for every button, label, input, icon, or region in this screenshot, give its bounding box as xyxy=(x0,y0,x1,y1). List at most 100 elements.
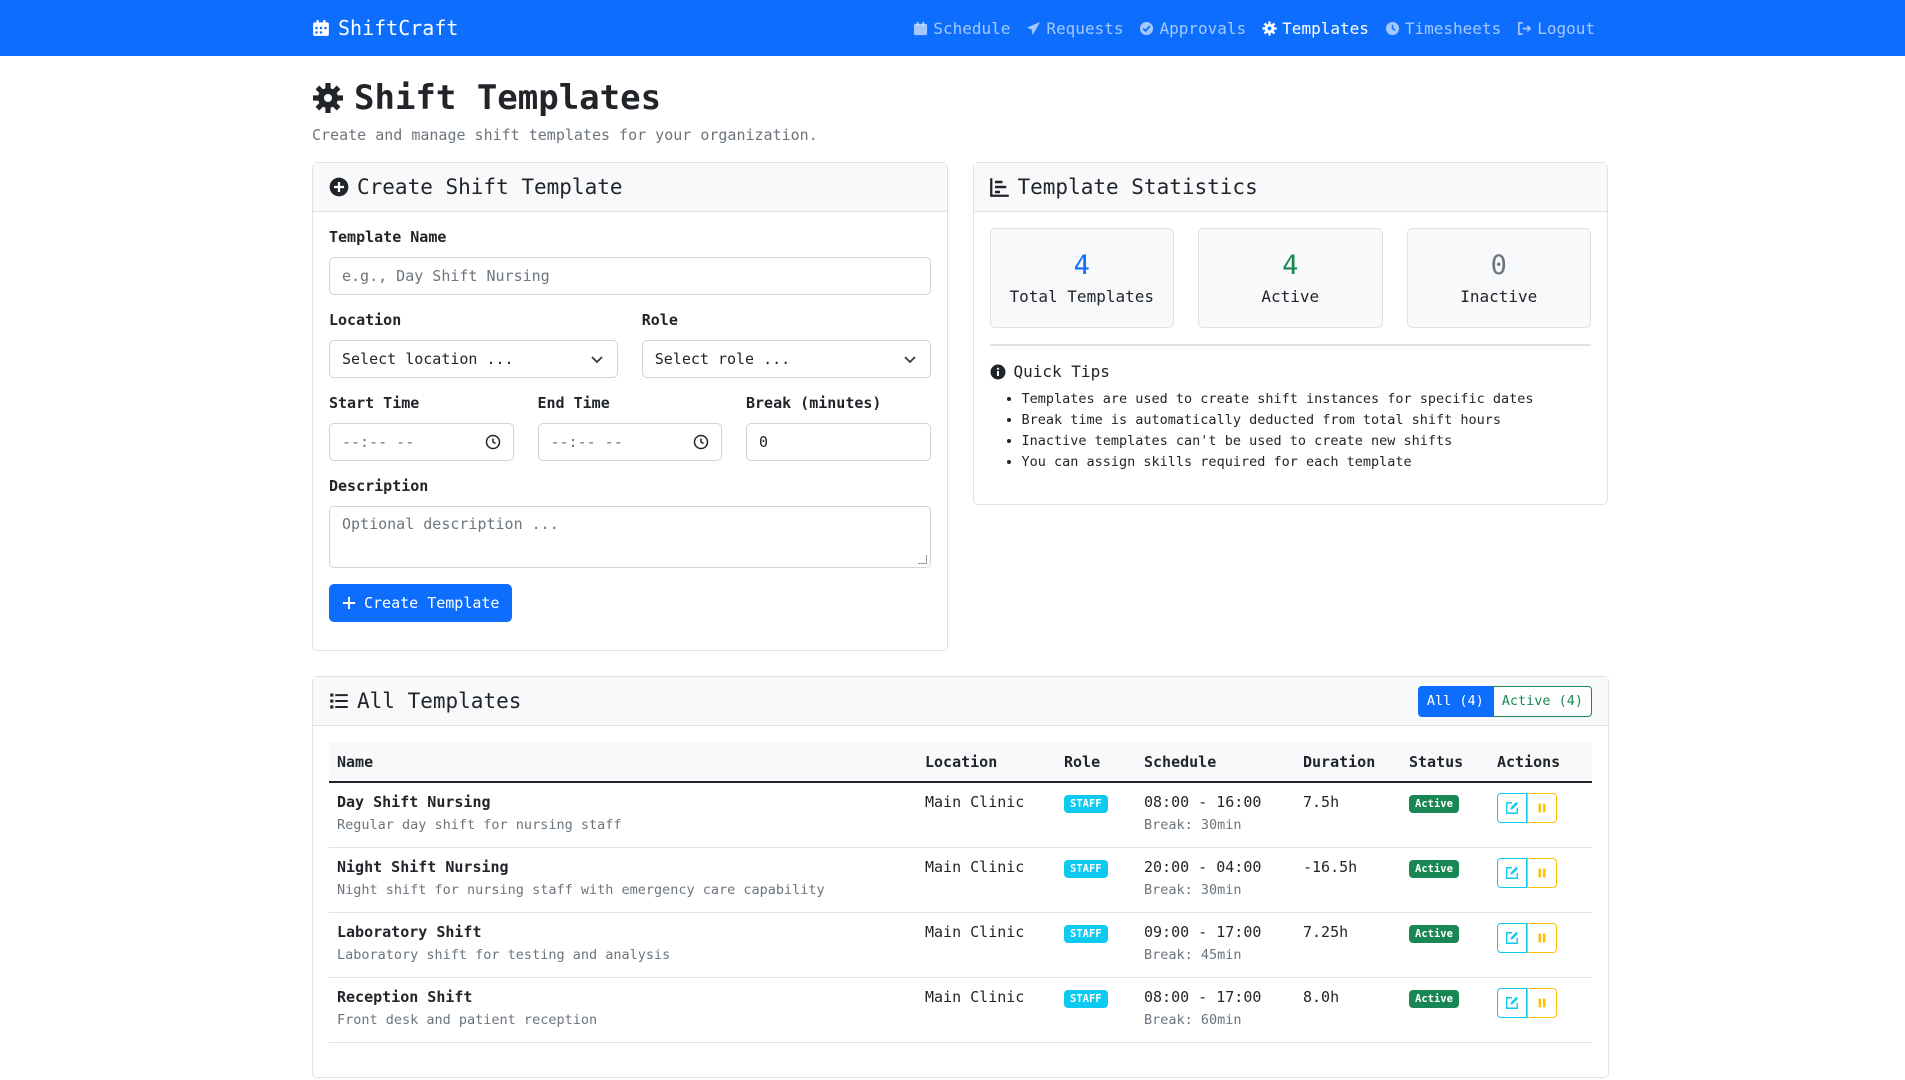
inactive-templates-value: 0 xyxy=(1490,250,1507,281)
table-row: Day Shift Nursing Regular day shift for … xyxy=(329,783,1592,848)
page-title: Shift Templates xyxy=(312,78,1608,118)
nav-link-templates[interactable]: Templates xyxy=(1262,19,1369,38)
clock-icon[interactable] xyxy=(693,434,709,450)
location-select[interactable]: Select location ... xyxy=(329,340,618,378)
active-templates-value: 4 xyxy=(1282,250,1299,281)
filter-active-button[interactable]: Active (4) xyxy=(1492,685,1592,717)
brand-name: ShiftCraft xyxy=(338,16,459,40)
column-header-duration: Duration xyxy=(1303,752,1376,771)
clock-icon xyxy=(1385,21,1400,36)
template-description: Regular day shift for nursing staff xyxy=(337,817,622,833)
info-icon xyxy=(990,364,1006,380)
role-select[interactable]: Select role ... xyxy=(641,340,931,378)
end-time-label: End Time xyxy=(537,394,610,412)
card-title: All Templates xyxy=(357,689,522,713)
bar-chart-icon xyxy=(989,177,1010,197)
start-time-value: --:-- -- xyxy=(342,433,415,451)
quick-tip-item: You can assign skills required for each … xyxy=(1022,452,1592,473)
page-title-text: Shift Templates xyxy=(354,78,662,118)
template-location: Main Clinic xyxy=(925,858,1025,876)
break-minutes-value: 0 xyxy=(759,433,769,451)
template-filter-group: All (4) Active (4) xyxy=(1417,685,1592,717)
table-row: Laboratory Shift Laboratory shift for te… xyxy=(329,913,1592,978)
location-label: Location xyxy=(329,311,402,329)
nav-link-label: Approvals xyxy=(1159,18,1247,38)
nav-link-timesheets[interactable]: Timesheets xyxy=(1385,19,1501,38)
template-name: Reception Shift xyxy=(337,988,473,1006)
role-label: Role xyxy=(641,311,678,329)
total-templates-stat: 4 Total Templates xyxy=(989,228,1174,328)
pause-button[interactable] xyxy=(1527,858,1557,888)
card-title: Create Shift Template xyxy=(357,175,623,199)
nav-links: Schedule Requests Approvals Templates Ti… xyxy=(913,19,1595,38)
total-templates-label: Total Templates xyxy=(1009,287,1155,306)
pause-button[interactable] xyxy=(1527,793,1557,823)
paper-plane-icon xyxy=(1026,21,1041,36)
edit-icon xyxy=(1505,866,1519,880)
list-icon xyxy=(329,691,349,711)
inactive-templates-stat: 0 Inactive xyxy=(1406,228,1591,328)
template-name-placeholder: e.g., Day Shift Nursing xyxy=(342,267,550,285)
pause-button[interactable] xyxy=(1527,988,1557,1018)
role-badge: STAFF xyxy=(1064,860,1108,878)
all-templates-header: All Templates All (4) Active (4) xyxy=(313,677,1608,726)
filter-all-button[interactable]: All (4) xyxy=(1417,685,1493,717)
pause-button[interactable] xyxy=(1527,923,1557,953)
template-location: Main Clinic xyxy=(925,988,1025,1006)
edit-icon xyxy=(1505,931,1519,945)
break-minutes-input[interactable]: 0 xyxy=(746,423,931,461)
gear-icon xyxy=(1262,20,1277,36)
template-name-label: Template Name xyxy=(329,228,447,246)
template-schedule: 20:00 - 04:00 xyxy=(1144,858,1262,876)
template-name-input[interactable]: e.g., Day Shift Nursing xyxy=(329,257,931,295)
template-name: Laboratory Shift xyxy=(337,923,482,941)
nav-link-schedule[interactable]: Schedule xyxy=(913,19,1010,38)
role-badge: STAFF xyxy=(1064,990,1108,1008)
column-header-role: Role xyxy=(1064,752,1101,771)
quick-tip-item: Templates are used to create shift insta… xyxy=(1022,389,1592,410)
chevron-down-icon xyxy=(589,351,605,367)
column-header-location: Location xyxy=(925,752,998,771)
edit-button[interactable] xyxy=(1497,988,1527,1018)
template-schedule: 09:00 - 17:00 xyxy=(1144,923,1262,941)
navbar: ShiftCraft Schedule Requests Approvals T… xyxy=(0,0,1905,56)
calendar-icon xyxy=(312,19,330,37)
template-location: Main Clinic xyxy=(925,793,1025,811)
status-badge: Active xyxy=(1409,925,1459,943)
description-placeholder: Optional description ... xyxy=(342,515,559,533)
create-template-button[interactable]: Create Template xyxy=(329,584,513,622)
break-minutes-label: Break (minutes) xyxy=(746,394,882,412)
all-templates-card: All Templates All (4) Active (4) Name Lo… xyxy=(312,676,1609,1078)
main-container: Shift Templates Create and manage shift … xyxy=(312,56,1609,1078)
nav-link-approvals[interactable]: Approvals xyxy=(1139,19,1246,38)
template-schedule: 08:00 - 16:00 xyxy=(1144,793,1262,811)
create-template-header: Create Shift Template xyxy=(313,163,947,212)
pause-icon xyxy=(1535,801,1549,815)
location-select-value: Select location ... xyxy=(342,350,514,368)
active-templates-stat: 4 Active xyxy=(1198,228,1383,328)
edit-button[interactable] xyxy=(1497,858,1527,888)
edit-button[interactable] xyxy=(1497,793,1527,823)
column-header-status: Status xyxy=(1409,752,1464,771)
clock-icon[interactable] xyxy=(485,434,501,450)
column-header-schedule: Schedule xyxy=(1144,752,1217,771)
start-time-input[interactable]: --:-- -- xyxy=(329,423,514,461)
nav-link-label: Templates xyxy=(1282,18,1369,38)
role-badge: STAFF xyxy=(1064,795,1108,813)
quick-tips-title: Quick Tips xyxy=(990,362,1592,381)
end-time-input[interactable]: --:-- -- xyxy=(537,423,722,461)
divider xyxy=(989,344,1591,346)
edit-button[interactable] xyxy=(1497,923,1527,953)
template-duration: -16.5h xyxy=(1303,858,1358,876)
nav-link-requests[interactable]: Requests xyxy=(1026,19,1123,38)
template-duration: 7.25h xyxy=(1303,923,1349,941)
template-description: Night shift for nursing staff with emerg… xyxy=(337,882,825,898)
table-row: Night Shift Nursing Night shift for nurs… xyxy=(329,848,1592,913)
brand[interactable]: ShiftCraft xyxy=(312,16,458,40)
column-header-actions: Actions xyxy=(1497,752,1561,771)
template-break: Break: 45min xyxy=(1144,947,1242,963)
inactive-templates-label: Inactive xyxy=(1460,287,1538,306)
nav-link-logout[interactable]: Logout xyxy=(1517,19,1595,38)
description-textarea[interactable]: Optional description ... xyxy=(329,506,931,568)
templates-table: Name Location Role Schedule Duration Sta… xyxy=(329,742,1592,1043)
